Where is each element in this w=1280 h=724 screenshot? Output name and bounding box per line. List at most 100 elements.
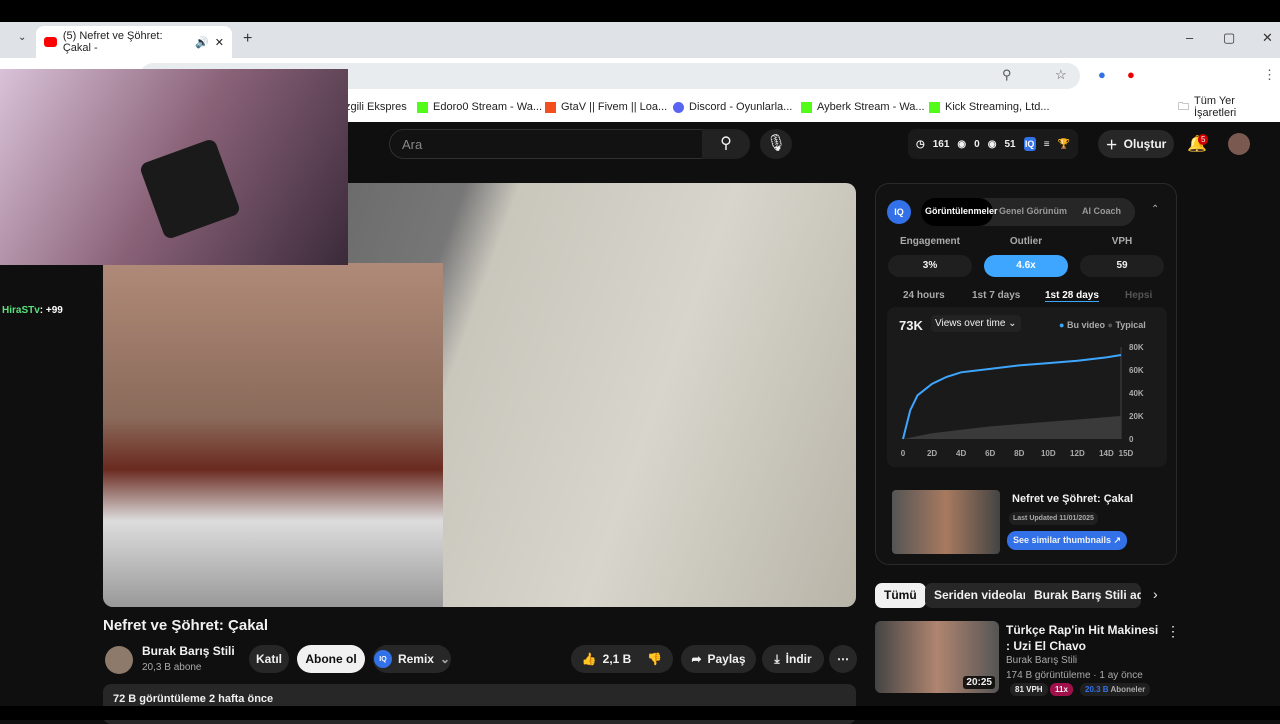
bookmark[interactable]: zgili Ekspres <box>345 101 407 113</box>
engagement-value: 3% <box>888 255 972 277</box>
chart-svg: 0 2D 4D 6D 8D 10D 12D 14D 15D 0 20K 40K 60K 80K <box>901 343 1144 458</box>
bookmark[interactable]: Ayberk Stream - Wa... <box>801 101 925 113</box>
zoom-icon[interactable]: ⚲ <box>1002 67 1012 83</box>
vidiq-panel: IQ Görüntülenmeler Genel Görünüm AI Coac… <box>875 183 1177 565</box>
subs-tag: 20.3 B Aboneler <box>1080 683 1151 696</box>
x-tick-label: 12D <box>1070 449 1085 458</box>
webcam-overlay <box>0 69 348 265</box>
bookmark[interactable]: Kick Streaming, Ltd... <box>929 101 1050 113</box>
panel-tabs: Görüntülenmeler Genel Görünüm AI Coach <box>921 198 1135 226</box>
x-tick-label: 2D <box>927 449 937 458</box>
x-tick-label: 14D <box>1099 449 1114 458</box>
chip-all[interactable]: Tümü <box>875 583 926 608</box>
iq-icon[interactable]: IQ <box>1023 137 1036 151</box>
maximize-button[interactable]: ▢ <box>1223 30 1235 46</box>
iq-logo: IQ <box>887 200 911 224</box>
y-tick-label: 20K <box>1129 412 1144 421</box>
all-bookmarks[interactable]: 🗀 Tüm Yer İşaretleri <box>1178 95 1280 119</box>
dislike-icon[interactable]: 👎 <box>647 652 662 666</box>
list-icon[interactable]: ≡ <box>1044 139 1050 150</box>
mic-icon[interactable]: 🎙 <box>760 129 792 159</box>
more-vert-icon[interactable]: ⋮ <box>1166 623 1180 640</box>
duration: 20:25 <box>963 676 995 689</box>
bookmark[interactable]: Discord - Oyunlarla... <box>673 101 792 113</box>
like-icon[interactable]: 👍 <box>582 652 597 666</box>
metric-label: Outlier <box>1009 236 1043 247</box>
subscribe-button[interactable]: Abone ol <box>297 645 365 673</box>
collapse-icon[interactable]: ⌃ <box>1151 204 1159 215</box>
opera-icon[interactable]: ● <box>1127 67 1135 82</box>
remix-label: Remix <box>397 652 434 666</box>
y-tick-label: 60K <box>1129 366 1144 375</box>
close-window-button[interactable]: ✕ <box>1262 30 1273 46</box>
new-tab-button[interactable]: + <box>243 30 252 48</box>
download-button[interactable]: ⤓ İndir <box>762 645 824 673</box>
related-channel[interactable]: Burak Barış Stili <box>1006 655 1077 666</box>
download-label: İndir <box>785 652 812 666</box>
outlier-value: 4.6x <box>984 255 1068 277</box>
x-tick-label: 8D <box>1014 449 1024 458</box>
channel-avatar[interactable] <box>105 646 133 674</box>
stat: 51 <box>1004 138 1016 150</box>
range-7d[interactable]: 1st 7 days <box>972 290 1020 301</box>
share-label: Paylaş <box>707 652 746 666</box>
menu-icon[interactable]: ⋮ <box>1263 67 1276 83</box>
tab-views[interactable]: Görüntülenmeler <box>925 206 998 216</box>
range-24h[interactable]: 24 hours <box>903 290 945 301</box>
like-dislike[interactable]: 👍 2,1 B 👎 <box>571 645 673 673</box>
chevron-down-icon: ⌄ <box>439 652 451 666</box>
thumb-title: Nefret ve Şöhret: Çakal <box>1012 493 1134 505</box>
download-icon: ⤓ <box>774 651 780 666</box>
x-tick-label: 15D <box>1119 449 1134 458</box>
related-thumbnail[interactable]: 20:25 <box>875 621 999 693</box>
more-button[interactable]: ⋯ <box>829 645 857 673</box>
remix-button[interactable]: IQ Remix ⌄ <box>373 645 451 673</box>
youtube-icon <box>44 37 57 47</box>
views-chart: 73K Views over time ⌄ ● Bu video ● Typic… <box>887 307 1167 467</box>
search-button[interactable]: ⚲ <box>702 129 750 159</box>
vph-tag: 81 VPH <box>1010 683 1048 696</box>
create-button[interactable]: ＋ Oluştur <box>1098 130 1174 158</box>
bookmark[interactable]: GtaV || Fivem || Loa... <box>545 101 667 113</box>
close-tab-icon[interactable]: ✕ <box>215 36 224 49</box>
thumbnail <box>892 490 1000 554</box>
y-tick-label: 80K <box>1129 343 1144 352</box>
x-tick-label: 0 <box>901 449 906 458</box>
similar-thumbnails-button[interactable]: See similar thumbnails ↗ <box>1007 531 1128 550</box>
share-button[interactable]: ➦ Paylaş <box>681 645 756 673</box>
range-all[interactable]: Hepsi <box>1125 290 1152 301</box>
trophy-icon[interactable]: 🏆 <box>1058 139 1070 150</box>
subscriber-count: 20,3 B abone <box>142 662 202 673</box>
screen-top <box>0 0 1280 22</box>
tab-ai-coach[interactable]: AI Coach <box>1082 206 1121 216</box>
join-button[interactable]: Katıl <box>249 645 289 673</box>
screen-bottom <box>0 706 1280 720</box>
eye-icon: ◉ <box>987 138 997 150</box>
speaker-icon[interactable]: 🔊 <box>195 36 209 49</box>
related-title[interactable]: Türkçe Rap'in Hit Makinesi : Uzi El Chav… <box>1006 622 1161 654</box>
search-input[interactable]: Ara <box>389 129 703 159</box>
range-28d[interactable]: 1st 28 days <box>1045 290 1099 302</box>
minimize-button[interactable]: – <box>1186 30 1193 45</box>
channel-name[interactable]: Burak Barış Stili <box>142 644 235 658</box>
chip-channel[interactable]: Burak Barış Stili adlı y <box>1025 583 1141 608</box>
webcam-mic <box>138 137 242 241</box>
metric-label: VPH <box>1111 236 1133 247</box>
plus-icon: ＋ <box>1105 137 1118 152</box>
stat: 161 <box>932 138 950 150</box>
chevron-right-icon[interactable]: › <box>1153 586 1158 602</box>
extension-icon[interactable]: ● <box>1098 67 1106 82</box>
avatar[interactable] <box>1228 133 1250 155</box>
outlier-tag: 11x <box>1050 683 1073 696</box>
tab-overview[interactable]: Genel Görünüm <box>999 206 1067 216</box>
browser-tab[interactable]: (5) Nefret ve Şöhret: Çakal - 🔊 ✕ <box>36 26 232 58</box>
chat-message: HiraSTv: +99 <box>2 305 63 316</box>
star-icon[interactable]: ☆ <box>1055 67 1067 83</box>
eye-icon: ◉ <box>957 138 967 150</box>
x-tick-label: 6D <box>985 449 995 458</box>
y-tick-label: 40K <box>1129 389 1144 398</box>
chip-series[interactable]: Seriden videolar <box>925 583 1037 608</box>
bookmark[interactable]: Edoro0 Stream - Wa... <box>417 101 542 113</box>
tab-list-icon[interactable]: ⌄ <box>18 32 26 43</box>
stats-bar: ◷ 161 ◉ 0 ◉ 51 IQ ≡ 🏆 <box>908 129 1078 159</box>
